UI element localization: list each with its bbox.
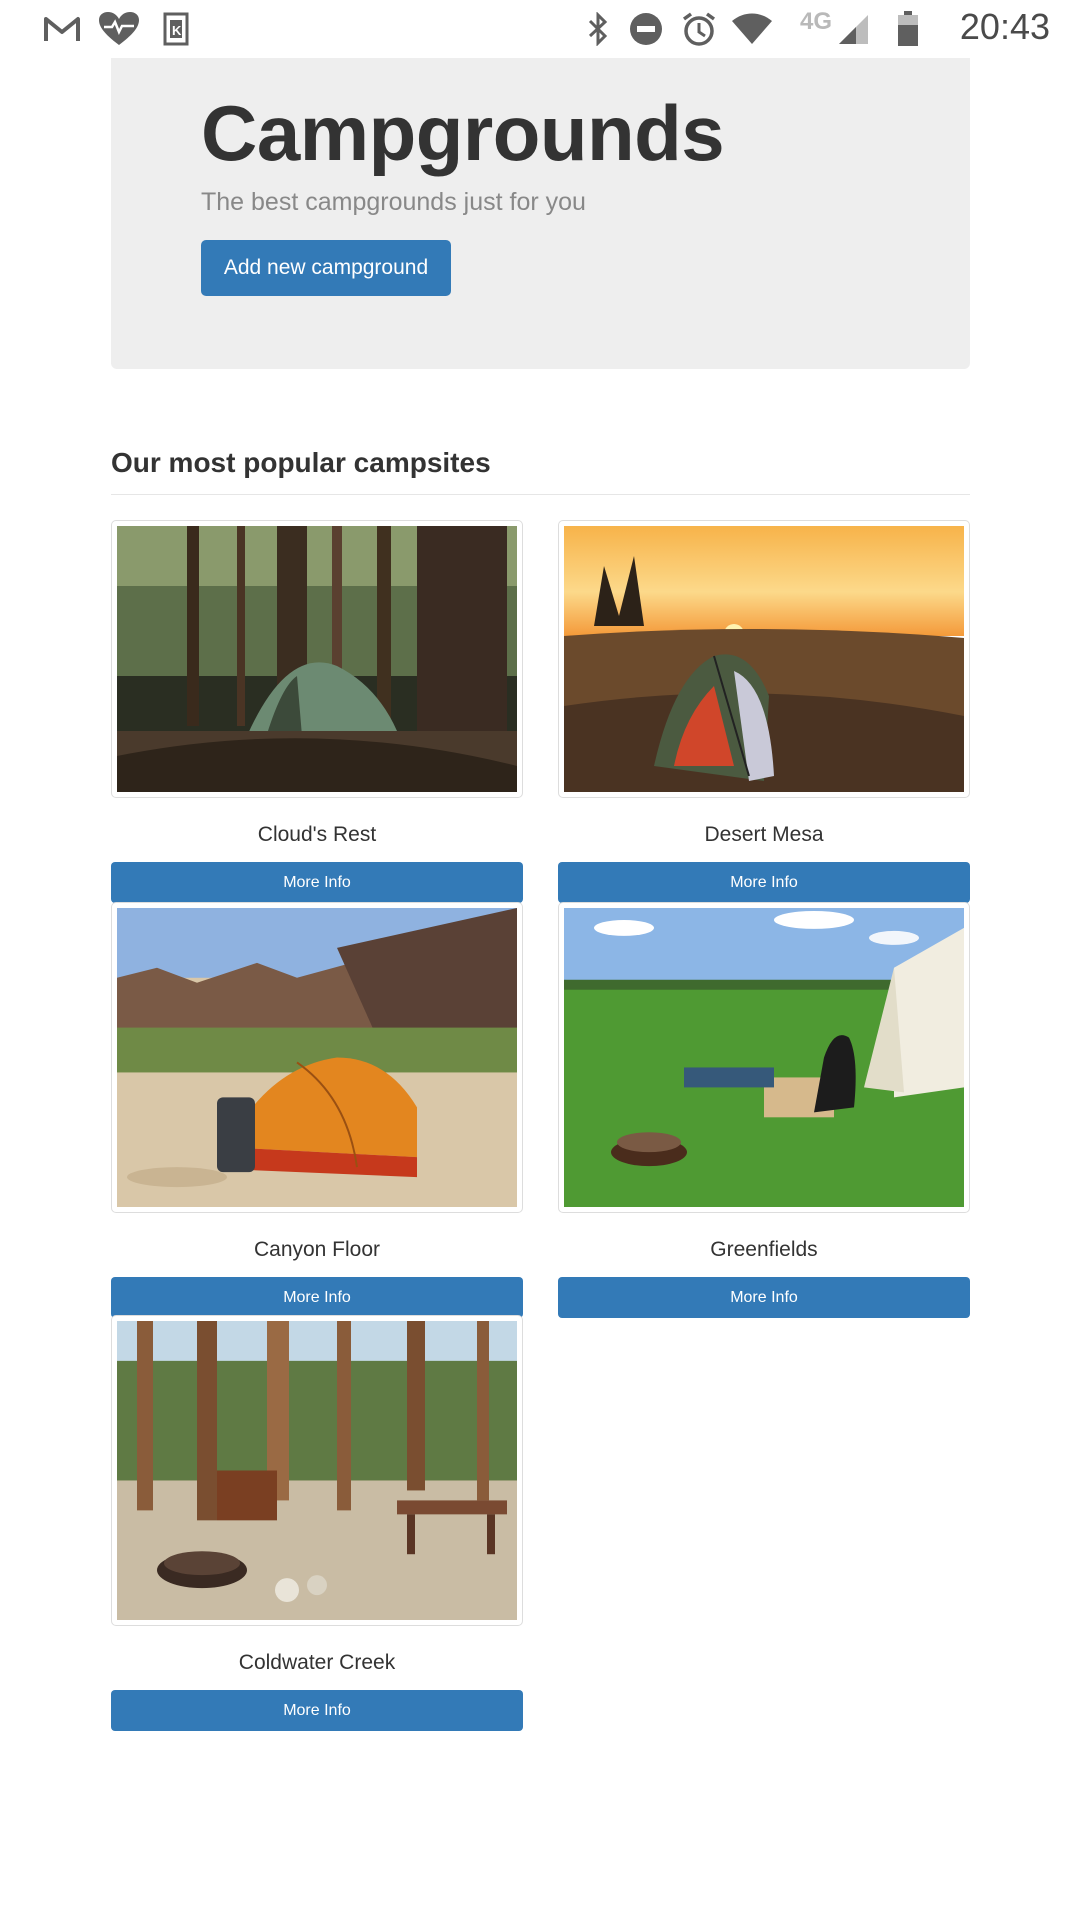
campground-image[interactable] bbox=[558, 902, 970, 1213]
section-heading: Our most popular campsites bbox=[111, 447, 491, 478]
campground-name: Canyon Floor bbox=[253, 1238, 381, 1261]
section-divider bbox=[111, 494, 970, 495]
bluetooth-icon bbox=[586, 10, 610, 48]
wifi-icon bbox=[730, 10, 774, 48]
campground-name: Greenfields bbox=[710, 1238, 818, 1261]
campground-name: Desert Mesa bbox=[704, 823, 824, 846]
more-info-button[interactable]: More Info bbox=[111, 1690, 523, 1731]
page-title: Campgrounds bbox=[201, 89, 725, 177]
campground-image[interactable] bbox=[111, 1315, 523, 1626]
more-info-button[interactable]: More Info bbox=[111, 862, 523, 903]
status-bar: K 4G 20:43 bbox=[0, 0, 1080, 58]
cell-signal-icon bbox=[836, 10, 870, 48]
alarm-icon bbox=[680, 10, 718, 48]
do-not-disturb-icon bbox=[628, 10, 664, 48]
page-subtitle: The best campgrounds just for you bbox=[201, 188, 586, 216]
kindle-icon: K bbox=[162, 10, 190, 48]
campground-image[interactable] bbox=[558, 520, 970, 798]
campground-name: Cloud's Rest bbox=[257, 823, 377, 846]
add-campground-button[interactable]: Add new campground bbox=[201, 240, 451, 296]
more-info-button[interactable]: More Info bbox=[558, 862, 970, 903]
jumbotron: Campgrounds The best campgrounds just fo… bbox=[111, 58, 970, 369]
network-type-label: 4G bbox=[800, 8, 833, 35]
campground-name: Coldwater Creek bbox=[238, 1651, 396, 1674]
battery-icon bbox=[896, 10, 920, 48]
svg-text:K: K bbox=[172, 23, 182, 38]
more-info-button[interactable]: More Info bbox=[558, 1277, 970, 1318]
campground-image[interactable] bbox=[111, 902, 523, 1213]
campground-image[interactable] bbox=[111, 520, 523, 798]
clock-time: 20:43 bbox=[959, 6, 1050, 47]
health-icon bbox=[96, 10, 142, 48]
more-info-button[interactable]: More Info bbox=[111, 1277, 523, 1318]
gmail-icon bbox=[42, 10, 82, 48]
